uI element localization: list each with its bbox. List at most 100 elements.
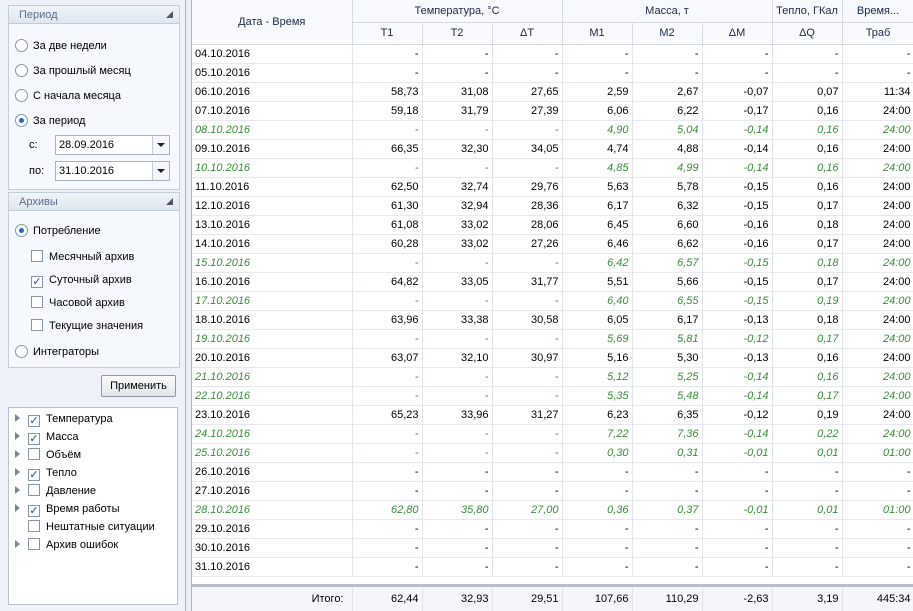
tree-item[interactable]: Архив ошибок [15, 537, 118, 553]
period-group-header[interactable]: Период [9, 6, 179, 24]
tree-item-label: Архив ошибок [46, 539, 119, 551]
table-row[interactable]: 08.10.2016 - - - 4,90 5,04 -0,14 0,16 24:00 [192, 120, 913, 140]
checkbox-checked-icon[interactable]: ✓ [28, 505, 40, 517]
cell-value: - [554, 522, 559, 535]
radio-custom-period[interactable]: За период [15, 113, 85, 129]
expand-arrow-icon[interactable] [15, 486, 20, 494]
collapse-icon[interactable] [166, 198, 173, 205]
table-row[interactable]: 05.10.2016 - - - - - - - - [192, 63, 913, 83]
expand-arrow-icon[interactable] [15, 504, 20, 512]
check-hourly-archive[interactable]: Часовой архив [31, 295, 125, 311]
radio-consumption[interactable]: Потребление [15, 223, 101, 239]
radio-icon[interactable] [15, 64, 28, 77]
expand-arrow-icon[interactable] [15, 450, 20, 458]
table-row[interactable]: 19.10.2016 - - - 5,69 5,81 -0,12 0,17 24:00 [192, 329, 913, 349]
radio-icon[interactable] [15, 39, 28, 52]
checkbox-icon[interactable] [31, 296, 43, 308]
table-row[interactable]: 24.10.2016 - - - 7,22 7,36 -0,14 0,22 24:00 [192, 424, 913, 444]
radio-icon[interactable] [15, 345, 28, 358]
checkbox-checked-icon[interactable]: ✓ [31, 276, 43, 288]
checkbox-icon[interactable] [31, 319, 43, 331]
expand-arrow-icon[interactable] [15, 468, 20, 476]
checkbox-checked-icon[interactable]: ✓ [28, 433, 40, 445]
column-group-header: Тепло, ГКал [772, 0, 843, 23]
archives-group-header[interactable]: Архивы [9, 193, 179, 211]
radio-selected-icon[interactable] [15, 224, 28, 237]
tree-item[interactable]: ✓ Время работы [15, 501, 120, 517]
apply-button[interactable]: Применить [101, 375, 176, 397]
radio-month-start[interactable]: С начала месяца [15, 88, 121, 104]
cell-value: 6,17 [607, 199, 629, 212]
value-cell: 5,69 [562, 329, 633, 349]
table-row[interactable]: 20.10.2016 63,07 32,10 30,97 5,16 5,30 -0,13 0,… [192, 348, 913, 368]
value-cell: 32,30 [422, 139, 493, 159]
column-header[interactable]: M1 [562, 22, 633, 45]
column-header[interactable]: T1 [352, 22, 423, 45]
radio-selected-icon[interactable] [15, 114, 28, 127]
table-row[interactable]: 07.10.2016 59,18 31,79 27,39 6,06 6,22 -0,17 0,… [192, 101, 913, 121]
check-daily-archive[interactable]: ✓ Суточный архив [31, 272, 132, 288]
tree-item[interactable]: ✓ Масса [15, 429, 79, 445]
to-date-picker[interactable]: 31.10.2016 [55, 161, 170, 181]
checkbox-icon[interactable] [28, 448, 40, 460]
table-row[interactable]: 09.10.2016 66,35 32,30 34,05 4,74 4,88 -0,14 0,… [192, 139, 913, 159]
table-row[interactable]: 17.10.2016 - - - 6,40 6,55 -0,15 0,19 24:00 [192, 291, 913, 311]
table-row[interactable]: 16.10.2016 64,82 33,05 31,77 5,51 5,66 -0,15 0,… [192, 272, 913, 292]
checkbox-checked-icon[interactable]: ✓ [28, 469, 40, 481]
table-row[interactable]: 21.10.2016 - - - 5,12 5,25 -0,14 0,16 24:00 [192, 367, 913, 387]
table-row[interactable]: 26.10.2016 - - - - - - - - [192, 462, 913, 482]
dropdown-arrow-icon[interactable] [152, 162, 169, 180]
tree-item[interactable]: Давление [15, 483, 96, 499]
radio-icon[interactable] [15, 89, 28, 102]
table-row[interactable]: 12.10.2016 61,30 32,94 28,36 6,17 6,32 -0,15 0,… [192, 196, 913, 216]
table-row[interactable]: 14.10.2016 60,28 33,02 27,26 6,46 6,62 -0,16 0,… [192, 234, 913, 254]
check-current-values[interactable]: Текущие значения [31, 318, 143, 334]
table-row[interactable]: 04.10.2016 - - - - - - - - [192, 44, 913, 64]
column-header[interactable]: T2 [422, 22, 493, 45]
expand-arrow-icon[interactable] [15, 540, 20, 548]
table-row[interactable]: 28.10.2016 62,80 35,80 27,00 0,36 0,37 -0,01 0,… [192, 500, 913, 520]
table-row[interactable]: 06.10.2016 58,73 31,08 27,65 2,59 2,67 -0,07 0,… [192, 82, 913, 102]
table-row[interactable]: 15.10.2016 - - - 6,42 6,57 -0,15 0,18 24:00 [192, 253, 913, 273]
column-header[interactable]: Траб [842, 22, 913, 45]
column-header[interactable]: ΔM [702, 22, 773, 45]
column-header[interactable]: M2 [632, 22, 703, 45]
value-cell: 24:00 [842, 158, 913, 178]
checkbox-checked-icon[interactable]: ✓ [28, 415, 40, 427]
check-monthly-archive[interactable]: Месячный архив [31, 249, 134, 265]
table-row[interactable]: 25.10.2016 - - - 0,30 0,31 -0,01 0,01 01:00 [192, 443, 913, 463]
from-date-picker[interactable]: 28.09.2016 [55, 135, 170, 155]
radio-two-weeks[interactable]: За две недели [15, 38, 107, 54]
column-header[interactable]: ΔT [492, 22, 563, 45]
value-cell: 28,36 [492, 196, 563, 216]
table-row[interactable]: 30.10.2016 - - - - - - - - [192, 538, 913, 558]
tree-item[interactable]: ✓ Тепло [15, 465, 77, 481]
tree-item[interactable]: ✓ Температура [15, 411, 113, 427]
radio-last-month[interactable]: За прошлый месяц [15, 63, 131, 79]
table-row[interactable]: 31.10.2016 - - - - - - - - [192, 557, 913, 577]
cell-value: 6,55 [677, 294, 699, 307]
cell-value: 7,22 [607, 427, 629, 440]
table-row[interactable]: 23.10.2016 65,23 33,96 31,27 6,23 6,35 -0,12 0,… [192, 405, 913, 425]
column-header-date[interactable]: Дата - Время [192, 0, 353, 45]
table-row[interactable]: 18.10.2016 63,96 33,38 30,58 6,05 6,17 -0,13 0,… [192, 310, 913, 330]
checkbox-icon[interactable] [28, 484, 40, 496]
table-row[interactable]: 22.10.2016 - - - 5,35 5,48 -0,14 0,17 24:00 [192, 386, 913, 406]
expand-arrow-icon[interactable] [15, 414, 20, 422]
table-row[interactable]: 13.10.2016 61,08 33,02 28,06 6,45 6,60 -0,16 0,… [192, 215, 913, 235]
checkbox-icon[interactable] [28, 538, 40, 550]
value-cell: 4,90 [562, 120, 633, 140]
column-header[interactable]: ΔQ [772, 22, 843, 45]
table-row[interactable]: 10.10.2016 - - - 4,85 4,99 -0,14 0,16 24:00 [192, 158, 913, 178]
tree-item[interactable]: Нештатные ситуации [15, 519, 155, 535]
radio-integrators[interactable]: Интеграторы [15, 344, 99, 360]
checkbox-icon[interactable] [31, 250, 43, 262]
dropdown-arrow-icon[interactable] [152, 136, 169, 154]
expand-arrow-icon[interactable] [15, 432, 20, 440]
table-row[interactable]: 27.10.2016 - - - - - - - - [192, 481, 913, 501]
table-row[interactable]: 29.10.2016 - - - - - - - - [192, 519, 913, 539]
tree-item[interactable]: Объём [15, 447, 81, 463]
table-row[interactable]: 11.10.2016 62,50 32,74 29,76 5,63 5,78 -0,15 0,… [192, 177, 913, 197]
collapse-icon[interactable] [166, 11, 173, 18]
checkbox-icon[interactable] [28, 520, 40, 532]
